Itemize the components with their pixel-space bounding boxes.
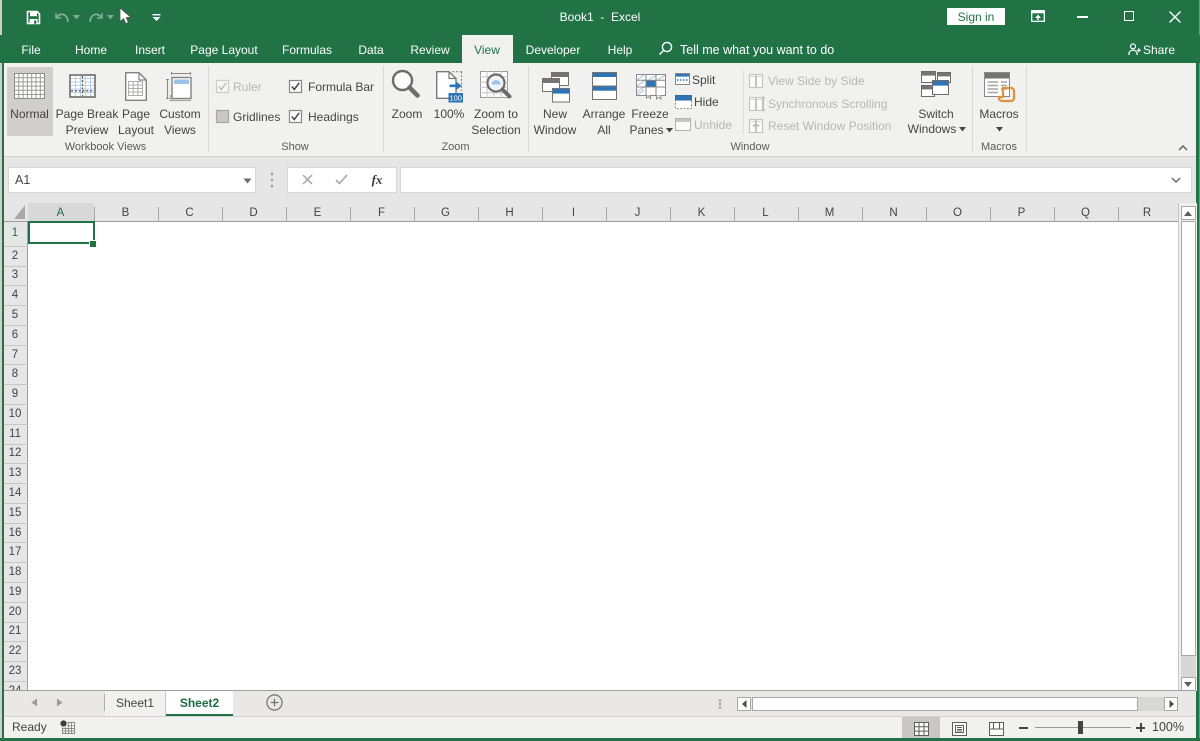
svg-text:100: 100 [449, 93, 462, 102]
